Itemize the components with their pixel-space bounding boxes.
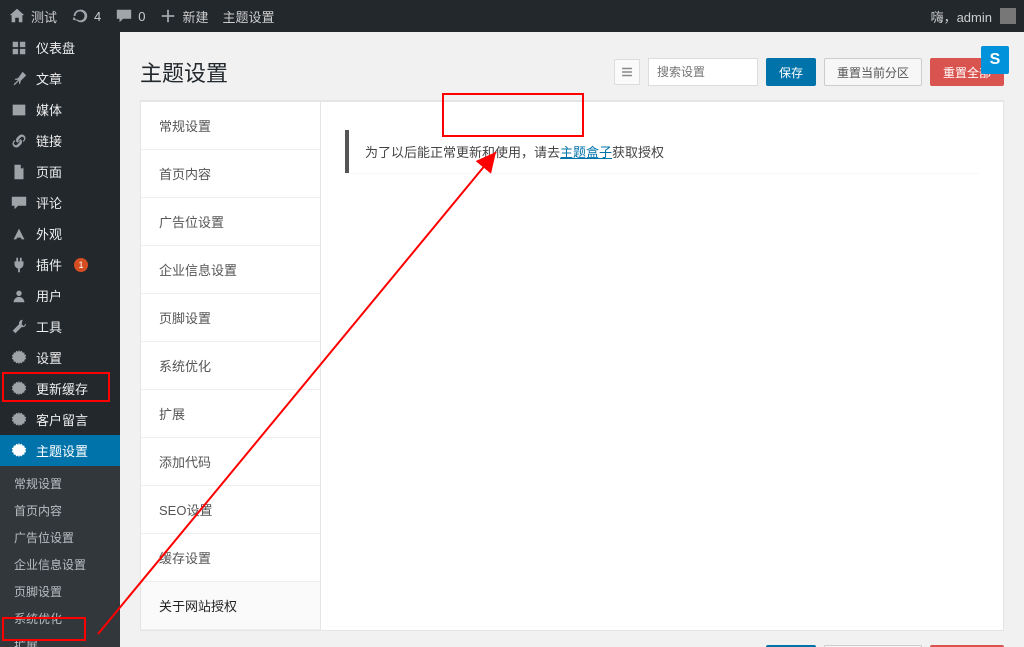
sidebar-item-1[interactable]: 文章 bbox=[0, 63, 120, 94]
greeting: 嗨，admin bbox=[931, 7, 992, 26]
page-header: 主题设置 保存 重置当前分区 重置全部 bbox=[140, 42, 1004, 101]
updates-count: 4 bbox=[94, 9, 101, 24]
sidebar-item-12[interactable]: 客户留言 bbox=[0, 404, 120, 435]
settings-tabs: 常规设置首页内容广告位设置企业信息设置页脚设置系统优化扩展添加代码SEO设置缓存… bbox=[141, 102, 321, 630]
search-input[interactable] bbox=[648, 58, 758, 86]
sidebar-item-9[interactable]: 工具 bbox=[0, 311, 120, 342]
site-home-link[interactable]: 测试 bbox=[8, 7, 57, 26]
sidebar-item-11[interactable]: 更新缓存 bbox=[0, 373, 120, 404]
link-icon bbox=[10, 132, 28, 150]
brand-float-icon[interactable]: S bbox=[981, 46, 1009, 74]
media-icon bbox=[10, 101, 28, 119]
admin-bar: 测试 4 0 新建 主题设置 嗨，admin bbox=[0, 0, 1024, 32]
list-toggle-button[interactable] bbox=[614, 59, 640, 85]
tools-icon bbox=[10, 318, 28, 336]
updates-link[interactable]: 4 bbox=[71, 7, 101, 25]
sidebar-item-label: 评论 bbox=[36, 193, 62, 212]
main-content: 主题设置 保存 重置当前分区 重置全部 常规设置首页内容广告位设置企业信息设置页… bbox=[120, 32, 1024, 647]
settings-tab-4[interactable]: 页脚设置 bbox=[141, 294, 320, 342]
settings-tab-5[interactable]: 系统优化 bbox=[141, 342, 320, 390]
settings-tab-7[interactable]: 添加代码 bbox=[141, 438, 320, 486]
settings-tab-3[interactable]: 企业信息设置 bbox=[141, 246, 320, 294]
sidebar-item-label: 设置 bbox=[36, 348, 62, 367]
settings-tab-6[interactable]: 扩展 bbox=[141, 390, 320, 438]
theme-box-link[interactable]: 主题盒子 bbox=[560, 145, 612, 160]
settings-icon bbox=[10, 442, 28, 460]
sidebar-item-10[interactable]: 设置 bbox=[0, 342, 120, 373]
new-label: 新建 bbox=[182, 7, 208, 26]
plus-icon bbox=[159, 7, 177, 25]
settings-tab-10[interactable]: 关于网站授权 bbox=[141, 582, 320, 630]
appearance-icon bbox=[10, 225, 28, 243]
sidebar-item-3[interactable]: 链接 bbox=[0, 125, 120, 156]
sidebar-item-label: 页面 bbox=[36, 162, 62, 181]
sidebar-item-label: 链接 bbox=[36, 131, 62, 150]
footer-actions: 保存 重置当前分区 重置全部 bbox=[140, 631, 1004, 647]
sidebar-item-13[interactable]: 主题设置 bbox=[0, 435, 120, 466]
update-badge: 1 bbox=[74, 258, 88, 272]
auth-notice: 为了以后能正常更新和使用，请去主题盒子获取授权 bbox=[345, 130, 979, 173]
settings-icon bbox=[10, 380, 28, 398]
avatar[interactable] bbox=[1000, 8, 1016, 24]
sidebar-subitem-5[interactable]: 系统优化 bbox=[0, 605, 120, 632]
page-title: 主题设置 bbox=[140, 56, 228, 88]
topbar-theme-settings-link[interactable]: 主题设置 bbox=[223, 7, 275, 26]
settings-tab-0[interactable]: 常规设置 bbox=[141, 102, 320, 150]
sidebar-item-label: 工具 bbox=[36, 317, 62, 336]
comments-link[interactable]: 0 bbox=[115, 7, 145, 25]
sidebar-subitem-2[interactable]: 广告位设置 bbox=[0, 524, 120, 551]
new-content-link[interactable]: 新建 bbox=[159, 7, 208, 26]
sidebar-subitem-1[interactable]: 首页内容 bbox=[0, 497, 120, 524]
admin-sidebar: 仪表盘文章媒体链接页面评论外观插件 1 用户工具设置更新缓存客户留言主题设置常规设置… bbox=[0, 32, 120, 647]
sidebar-item-label: 用户 bbox=[36, 286, 62, 305]
sidebar-item-label: 文章 bbox=[36, 69, 62, 88]
reset-section-button[interactable]: 重置当前分区 bbox=[824, 58, 922, 86]
settings-tab-2[interactable]: 广告位设置 bbox=[141, 198, 320, 246]
plugin-icon bbox=[10, 256, 28, 274]
sidebar-item-0[interactable]: 仪表盘 bbox=[0, 32, 120, 63]
sidebar-subitem-3[interactable]: 企业信息设置 bbox=[0, 551, 120, 578]
refresh-icon bbox=[71, 7, 89, 25]
settings-content: 为了以后能正常更新和使用，请去主题盒子获取授权 bbox=[321, 102, 1003, 630]
save-button[interactable]: 保存 bbox=[766, 58, 816, 86]
sidebar-subitem-4[interactable]: 页脚设置 bbox=[0, 578, 120, 605]
page-icon bbox=[10, 163, 28, 181]
settings-icon bbox=[10, 349, 28, 367]
settings-tab-8[interactable]: SEO设置 bbox=[141, 486, 320, 534]
settings-tab-9[interactable]: 缓存设置 bbox=[141, 534, 320, 582]
sidebar-submenu: 常规设置首页内容广告位设置企业信息设置页脚设置系统优化扩展添加代码SEO设置缓存… bbox=[0, 466, 120, 647]
dashboard-icon bbox=[10, 39, 28, 57]
sidebar-subitem-0[interactable]: 常规设置 bbox=[0, 470, 120, 497]
sidebar-item-label: 客户留言 bbox=[36, 410, 88, 429]
site-name: 测试 bbox=[31, 7, 57, 26]
sidebar-item-4[interactable]: 页面 bbox=[0, 156, 120, 187]
sidebar-item-label: 外观 bbox=[36, 224, 62, 243]
sidebar-subitem-6[interactable]: 扩展 bbox=[0, 632, 120, 647]
home-icon bbox=[8, 7, 26, 25]
settings-tab-1[interactable]: 首页内容 bbox=[141, 150, 320, 198]
sidebar-item-label: 媒体 bbox=[36, 100, 62, 119]
sidebar-item-5[interactable]: 评论 bbox=[0, 187, 120, 218]
user-icon bbox=[10, 287, 28, 305]
sidebar-item-label: 插件 bbox=[36, 255, 62, 274]
sidebar-item-7[interactable]: 插件 1 bbox=[0, 249, 120, 280]
sidebar-item-label: 更新缓存 bbox=[36, 379, 88, 398]
settings-panel: 常规设置首页内容广告位设置企业信息设置页脚设置系统优化扩展添加代码SEO设置缓存… bbox=[140, 101, 1004, 631]
sidebar-item-label: 主题设置 bbox=[36, 441, 88, 460]
comment-icon bbox=[115, 7, 133, 25]
sidebar-item-8[interactable]: 用户 bbox=[0, 280, 120, 311]
comment-icon bbox=[10, 194, 28, 212]
sidebar-item-2[interactable]: 媒体 bbox=[0, 94, 120, 125]
sidebar-item-label: 仪表盘 bbox=[36, 38, 75, 57]
pin-icon bbox=[10, 70, 28, 88]
comments-count: 0 bbox=[138, 9, 145, 24]
sidebar-item-6[interactable]: 外观 bbox=[0, 218, 120, 249]
settings-icon bbox=[10, 411, 28, 429]
